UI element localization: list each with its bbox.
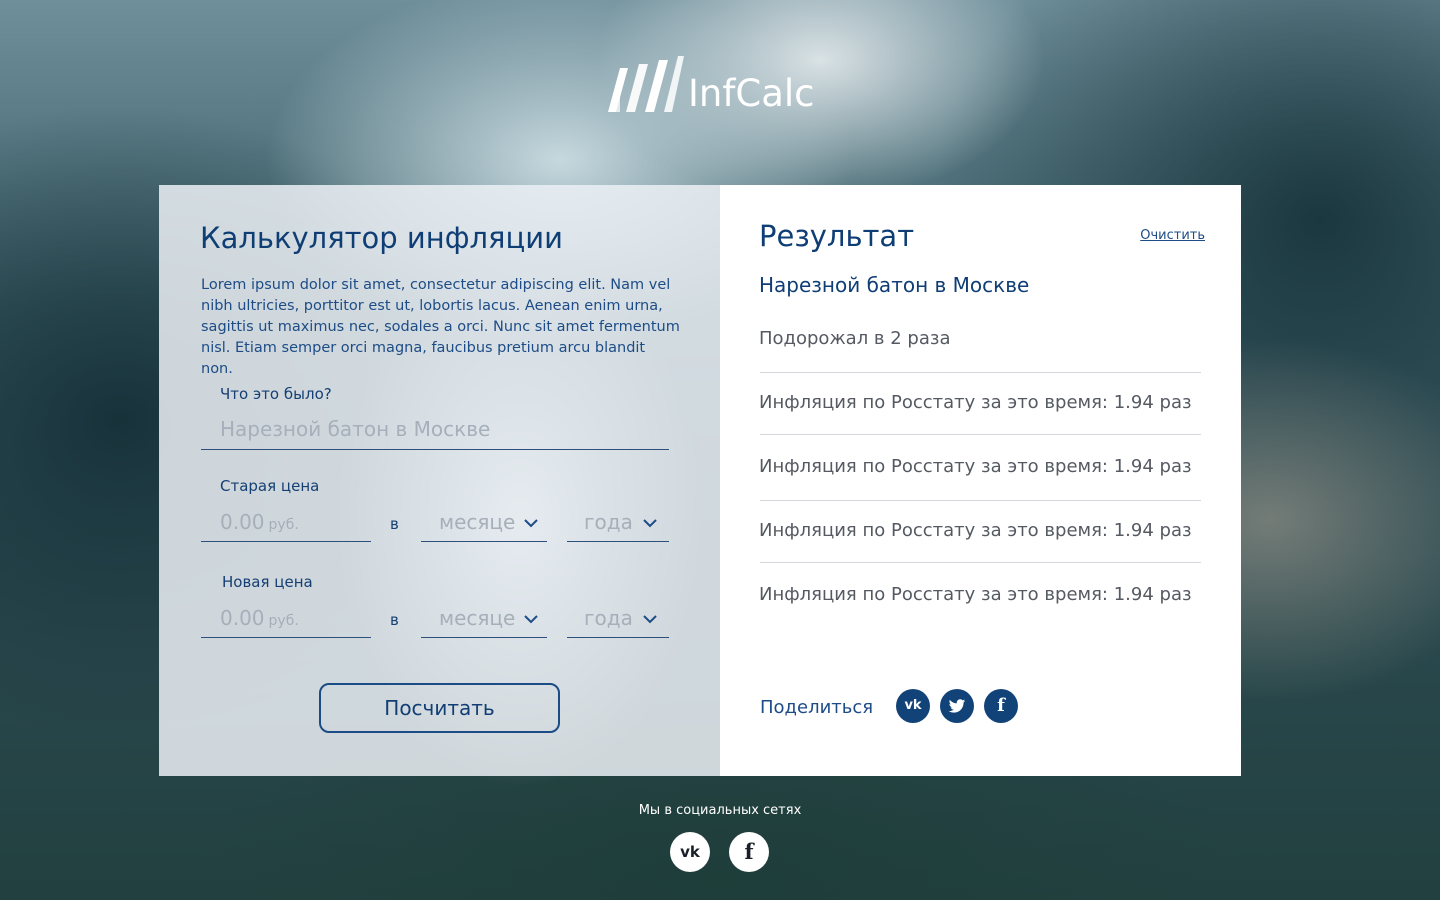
- new-year-value: года: [584, 606, 633, 630]
- calculator-title: Калькулятор инфляции: [200, 221, 563, 255]
- facebook-icon: f: [744, 839, 754, 864]
- share-twitter-button[interactable]: [940, 689, 974, 723]
- new-month-value: месяце: [439, 606, 516, 630]
- result-panel: Результат Очистить Нарезной батон в Моск…: [720, 185, 1241, 776]
- old-month-underline: [421, 541, 547, 542]
- footer-social-label: Мы в социальных сетях: [638, 803, 802, 818]
- new-price-underline: [201, 637, 371, 638]
- new-year-underline: [567, 637, 669, 638]
- old-price-value: 0.00: [220, 510, 265, 534]
- footer-vk-button[interactable]: vk: [670, 832, 710, 872]
- old-price-separator: в: [390, 515, 399, 533]
- logo-mark-icon: [608, 56, 684, 112]
- footer-facebook-button[interactable]: f: [729, 832, 769, 872]
- facebook-icon: f: [997, 695, 1005, 716]
- vk-icon: vk: [904, 698, 922, 713]
- result-row: Инфляция по Росстату за это время: 1.94 …: [759, 392, 1192, 413]
- result-row: Подорожал в 2 раза: [759, 328, 951, 349]
- chevron-down-icon: [524, 615, 538, 624]
- calculator-panel: Калькулятор инфляции Lorem ipsum dolor s…: [159, 185, 720, 776]
- what-input-underline: [201, 449, 669, 450]
- result-product-name: Нарезной батон в Москве: [759, 273, 1030, 297]
- logo-text: InfCalc: [688, 72, 815, 115]
- result-title: Результат: [759, 219, 915, 253]
- share-label: Поделиться: [760, 697, 874, 718]
- old-price-input[interactable]: 0.00 руб.: [220, 510, 299, 534]
- result-row: Инфляция по Росстату за это время: 1.94 …: [759, 456, 1192, 477]
- vk-icon: vk: [680, 843, 700, 861]
- old-price-label: Старая цена: [220, 477, 320, 495]
- chevron-down-icon: [643, 615, 657, 624]
- calculator-description: Lorem ipsum dolor sit amet, consectetur …: [201, 277, 680, 377]
- new-month-underline: [421, 637, 547, 638]
- old-year-value: года: [584, 510, 633, 534]
- new-price-input[interactable]: 0.00 руб.: [220, 606, 299, 630]
- new-price-unit: руб.: [268, 613, 299, 629]
- calculate-button[interactable]: Посчитать: [319, 683, 560, 733]
- share-facebook-button[interactable]: f: [984, 689, 1018, 723]
- new-price-separator: в: [390, 611, 399, 629]
- chevron-down-icon: [524, 519, 538, 528]
- new-price-label: Новая цена: [222, 573, 313, 591]
- what-input[interactable]: Нарезной батон в Москве: [220, 417, 490, 441]
- new-price-value: 0.00: [220, 606, 265, 630]
- old-price-underline: [201, 541, 371, 542]
- old-month-value: месяце: [439, 510, 516, 534]
- share-vk-button[interactable]: vk: [896, 689, 930, 723]
- what-label: Что это было?: [220, 385, 332, 403]
- result-row: Инфляция по Росстату за это время: 1.94 …: [759, 584, 1192, 605]
- result-divider: [760, 434, 1201, 435]
- result-divider: [760, 372, 1201, 373]
- old-year-underline: [567, 541, 669, 542]
- clear-link[interactable]: Очистить: [1140, 228, 1205, 243]
- infcalc-logo[interactable]: InfCalc: [606, 52, 815, 118]
- result-divider: [760, 500, 1201, 501]
- chevron-down-icon: [643, 519, 657, 528]
- old-price-unit: руб.: [268, 517, 299, 533]
- twitter-icon: [948, 699, 966, 713]
- result-divider: [760, 562, 1201, 563]
- result-row: Инфляция по Росстату за это время: 1.94 …: [759, 520, 1192, 541]
